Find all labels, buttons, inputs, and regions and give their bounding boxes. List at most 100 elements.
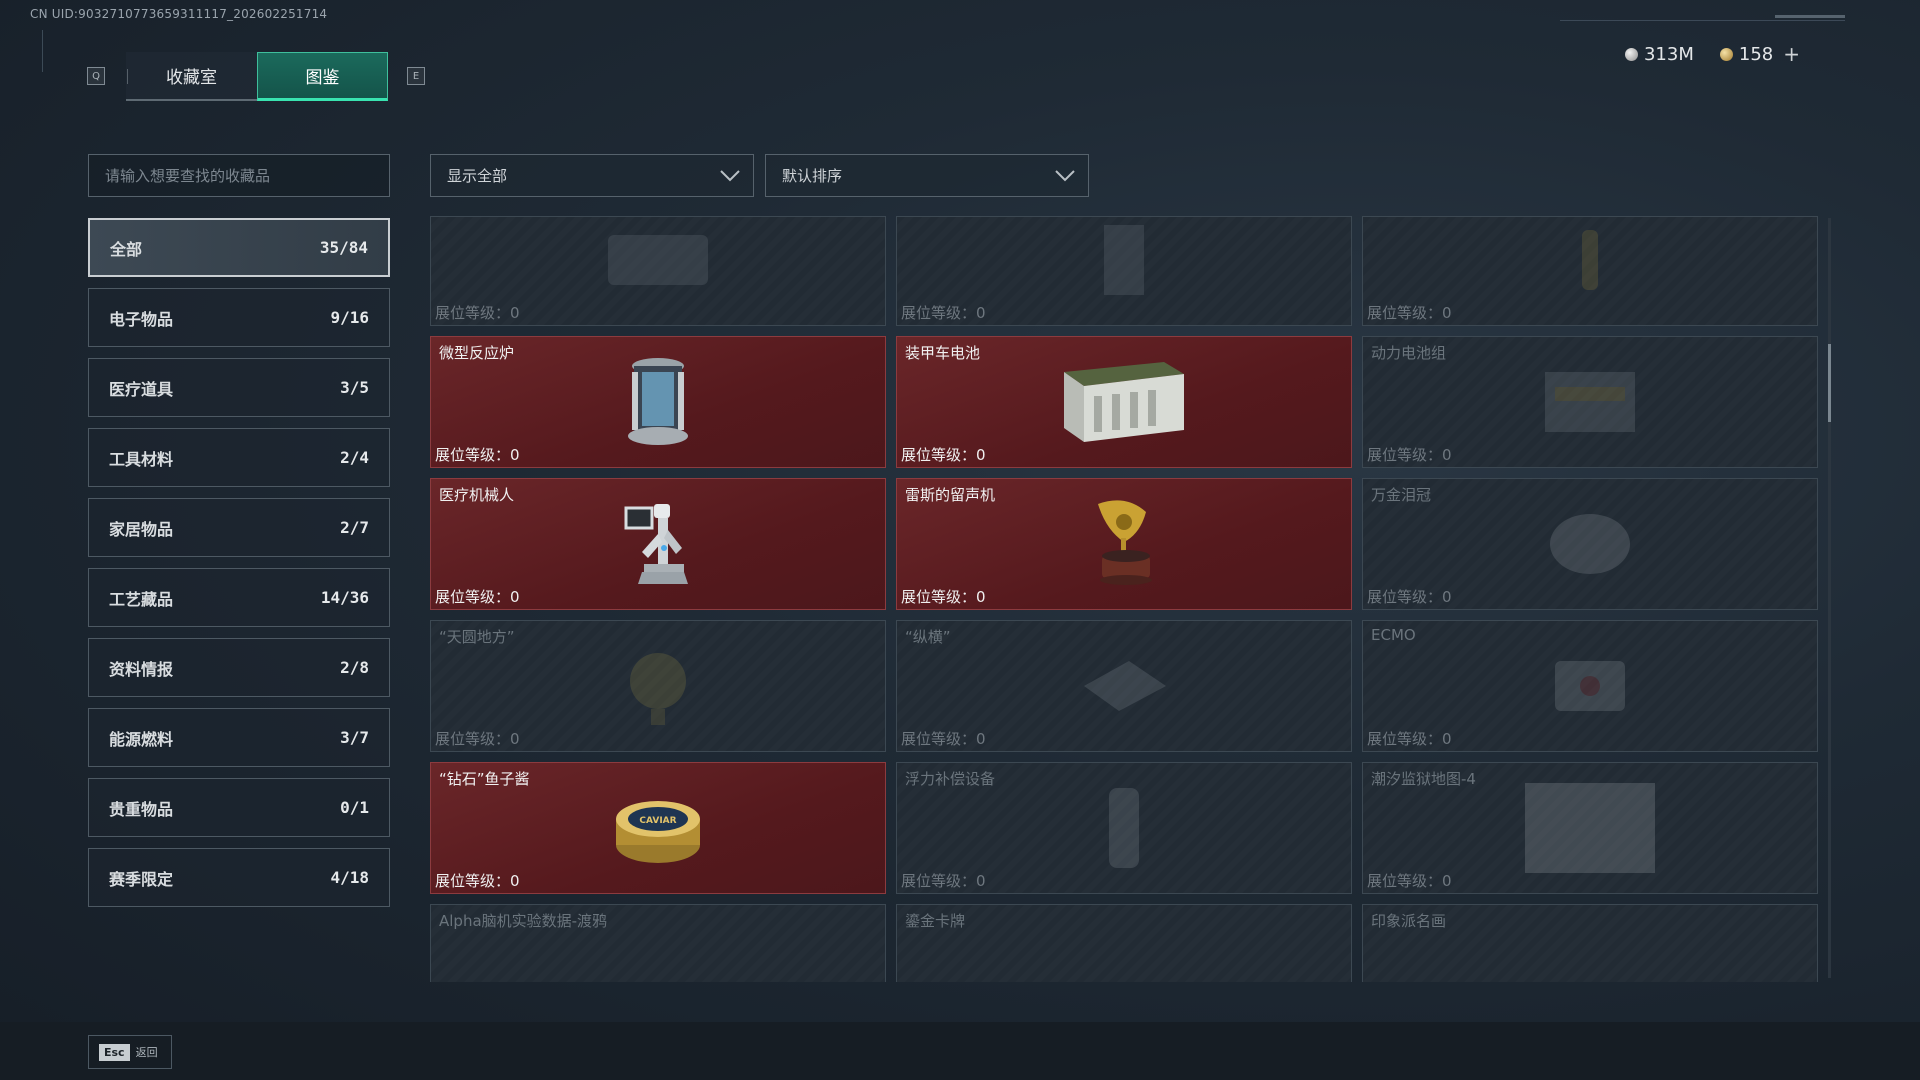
collection-card[interactable]: “纵横” 展位等级：0 — [896, 620, 1352, 752]
category-count: 35/84 — [319, 238, 368, 257]
category-label: 全部 — [110, 239, 143, 259]
category-electronics[interactable]: 电子物品 9/16 — [88, 288, 390, 347]
item-name: “纵横” — [905, 628, 951, 646]
board-icon — [1084, 661, 1166, 711]
display-level-label: 展位等级： — [901, 872, 977, 890]
caviar-label: CAVIAR — [639, 816, 676, 826]
category-label: 工具材料 — [109, 449, 174, 469]
silver-currency: 313M — [1624, 42, 1694, 66]
q-key-hint[interactable]: Q — [87, 67, 105, 85]
decorative-top-line — [1560, 20, 1845, 21]
category-label: 贵重物品 — [109, 799, 174, 819]
e-key-hint[interactable]: E — [407, 67, 425, 85]
display-level: 展位等级：0 — [1367, 728, 1452, 749]
collection-grid: 展位等级：0 展位等级：0 展位等级：0 微型反应炉 展位等级：0 装甲车电池 … — [430, 216, 1828, 982]
display-level-label: 展位等级： — [435, 304, 511, 322]
add-currency-button[interactable]: + — [1783, 42, 1800, 66]
display-level-label: 展位等级： — [1367, 588, 1443, 606]
display-level: 展位等级：0 — [435, 870, 520, 891]
category-valuables[interactable]: 贵重物品 0/1 — [88, 778, 390, 837]
collection-card-owned[interactable]: 装甲车电池 展位等级：0 — [896, 336, 1352, 468]
decorative-line — [42, 30, 46, 72]
display-filter-dropdown[interactable]: 显示全部 — [430, 154, 754, 197]
item-name: 浮力补偿设备 — [905, 770, 996, 788]
crown-icon — [1550, 514, 1630, 574]
display-level: 展位等级：0 — [901, 728, 986, 749]
collection-card[interactable]: 展位等级：0 — [1362, 216, 1818, 326]
display-level-label: 展位等级： — [901, 446, 977, 464]
tab-collection-room[interactable]: 收藏室 — [126, 52, 257, 101]
gold-amount: 158 — [1738, 43, 1774, 65]
item-name: 医疗机械人 — [439, 486, 515, 504]
collection-card[interactable]: 展位等级：0 — [430, 216, 886, 326]
display-level-value: 0 — [1442, 446, 1452, 464]
category-label: 资料情报 — [109, 659, 174, 679]
collection-card[interactable]: Alpha脑机实验数据-渡鸦 — [430, 904, 886, 982]
category-all[interactable]: 全部 35/84 — [88, 218, 390, 277]
chevron-down-icon — [1055, 170, 1075, 182]
display-level-value: 0 — [510, 730, 520, 748]
collection-card[interactable]: 潮汐监狱地图-4 展位等级：0 — [1362, 762, 1818, 894]
collection-card-owned[interactable]: 雷斯的留声机 展位等级：0 — [896, 478, 1352, 610]
display-level-value: 0 — [510, 304, 520, 322]
collection-card[interactable]: 印象派名画 — [1362, 904, 1818, 982]
display-level-label: 展位等级： — [435, 588, 511, 606]
chevron-down-icon — [720, 170, 740, 182]
display-level: 展位等级：0 — [1367, 586, 1452, 607]
silver-coin-icon — [1624, 47, 1638, 61]
grid-scrollbar[interactable] — [1828, 218, 1831, 978]
display-level-value: 0 — [976, 588, 986, 606]
collection-card[interactable]: 浮力补偿设备 展位等级：0 — [896, 762, 1352, 894]
display-level-value: 0 — [510, 872, 520, 890]
item-name: 装甲车电池 — [905, 344, 981, 362]
back-button[interactable]: Esc 返回 — [88, 1035, 172, 1069]
display-level: 展位等级：0 — [435, 444, 520, 465]
esc-key-hint: Esc — [99, 1043, 130, 1061]
collection-card[interactable]: 展位等级：0 — [896, 216, 1352, 326]
scrollbar-thumb[interactable] — [1828, 344, 1831, 422]
card-icon — [1084, 973, 1164, 983]
item-name: 鎏金卡牌 — [905, 912, 966, 930]
display-level: 展位等级：0 — [435, 302, 520, 323]
display-level-value: 0 — [1442, 304, 1452, 322]
battery-icon — [1064, 362, 1184, 442]
category-crafts[interactable]: 工艺藏品 14/36 — [88, 568, 390, 627]
display-level-value: 0 — [976, 730, 986, 748]
category-season-limited[interactable]: 赛季限定 4/18 — [88, 848, 390, 907]
display-level-value: 0 — [976, 446, 986, 464]
collection-card-owned[interactable]: 微型反应炉 展位等级：0 — [430, 336, 886, 468]
sort-value: 默认排序 — [782, 167, 843, 185]
collection-card[interactable]: “天圆地方” 展位等级：0 — [430, 620, 886, 752]
item-name: “天圆地方” — [439, 628, 515, 646]
category-label: 赛季限定 — [109, 869, 174, 889]
search-input[interactable] — [88, 154, 390, 197]
reactor-icon — [628, 358, 688, 445]
display-level-value: 0 — [1442, 730, 1452, 748]
display-level-value: 0 — [510, 446, 520, 464]
item-name: “钻石”鱼子酱 — [439, 770, 530, 788]
collection-card[interactable]: ECMO 展位等级：0 — [1362, 620, 1818, 752]
category-medical[interactable]: 医疗道具 3/5 — [88, 358, 390, 417]
display-level: 展位等级：0 — [901, 870, 986, 891]
tab-catalog[interactable]: 图鉴 — [257, 52, 388, 101]
medical-robot-icon — [624, 504, 688, 584]
category-household[interactable]: 家居物品 2/7 — [88, 498, 390, 557]
item-name: 雷斯的留声机 — [905, 486, 996, 504]
category-count: 9/16 — [330, 308, 369, 327]
collection-card[interactable]: 鎏金卡牌 — [896, 904, 1352, 982]
category-energy[interactable]: 能源燃料 3/7 — [88, 708, 390, 767]
category-intel[interactable]: 资料情报 2/8 — [88, 638, 390, 697]
item-name: 印象派名画 — [1371, 912, 1447, 930]
display-level-label: 展位等级： — [1367, 872, 1443, 890]
bcd-icon — [1109, 788, 1139, 868]
collection-card[interactable]: 动力电池组 展位等级：0 — [1362, 336, 1818, 468]
display-level-label: 展位等级： — [1367, 730, 1443, 748]
sort-dropdown[interactable]: 默认排序 — [765, 154, 1089, 197]
display-level-label: 展位等级： — [1367, 304, 1443, 322]
category-tools[interactable]: 工具材料 2/4 — [88, 428, 390, 487]
collection-card-owned[interactable]: 医疗机械人 展位等级：0 — [430, 478, 886, 610]
category-count: 14/36 — [320, 588, 369, 607]
collection-card[interactable]: 万金泪冠 展位等级：0 — [1362, 478, 1818, 610]
item-name: 万金泪冠 — [1371, 486, 1432, 504]
collection-card-owned[interactable]: “钻石”鱼子酱 CAVIAR 展位等级：0 — [430, 762, 886, 894]
